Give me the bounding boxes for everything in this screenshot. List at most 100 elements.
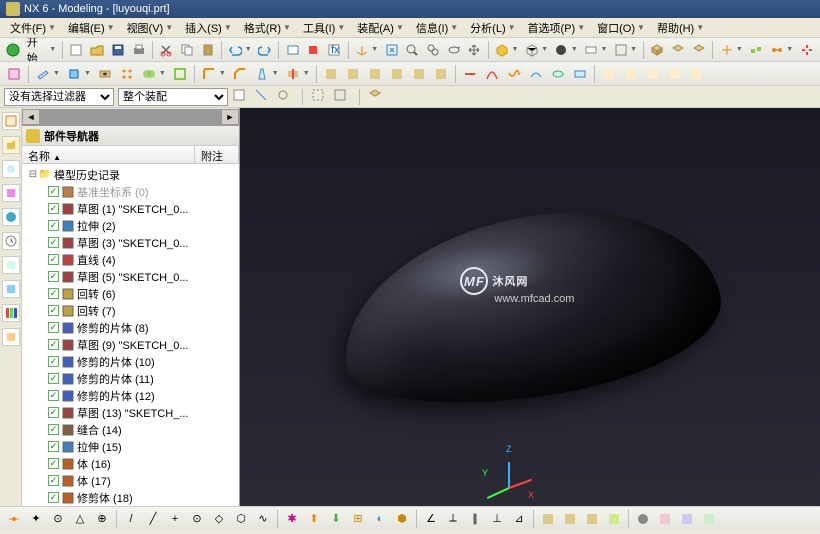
save-icon[interactable] bbox=[109, 40, 128, 60]
snap22-icon[interactable]: ⊥ bbox=[487, 509, 507, 529]
sel2-icon[interactable] bbox=[254, 88, 272, 106]
hole-icon[interactable] bbox=[95, 64, 115, 84]
tab-part-nav-icon[interactable] bbox=[2, 136, 20, 154]
layer-icon[interactable] bbox=[611, 40, 630, 60]
snap20-icon[interactable]: ⟂ bbox=[443, 509, 463, 529]
snap1-icon[interactable] bbox=[4, 509, 24, 529]
start-label[interactable]: 开始 bbox=[25, 38, 49, 62]
menu-S[interactable]: 插入(S)▼ bbox=[179, 18, 238, 38]
feat6-icon[interactable] bbox=[431, 64, 451, 84]
open-icon[interactable] bbox=[88, 40, 107, 60]
sel5-icon[interactable] bbox=[333, 88, 351, 106]
pattern-icon[interactable] bbox=[117, 64, 137, 84]
tree-item-15[interactable]: ✓拉伸 (15) bbox=[24, 438, 237, 455]
snap4-icon[interactable]: △ bbox=[70, 509, 90, 529]
pan-icon[interactable] bbox=[465, 40, 484, 60]
view4-icon[interactable] bbox=[604, 509, 624, 529]
shaded-icon[interactable] bbox=[493, 40, 512, 60]
tab-hd3d-icon[interactable] bbox=[2, 184, 20, 202]
snap2-icon[interactable]: ✦ bbox=[26, 509, 46, 529]
tab-extra-icon[interactable] bbox=[2, 328, 20, 346]
print-icon[interactable] bbox=[129, 40, 148, 60]
tree-item-17[interactable]: ✓体 (17) bbox=[24, 472, 237, 489]
snap16-icon[interactable]: ⊞ bbox=[348, 509, 368, 529]
tree-item-18[interactable]: ✓修剪体 (18) bbox=[24, 489, 237, 506]
view3-icon[interactable] bbox=[582, 509, 602, 529]
feat2-icon[interactable] bbox=[343, 64, 363, 84]
menu-O[interactable]: 窗口(O)▼ bbox=[591, 18, 651, 38]
zoom-icon[interactable] bbox=[403, 40, 422, 60]
synch3-icon[interactable] bbox=[643, 64, 663, 84]
col-name[interactable]: 名称 ▲ bbox=[22, 146, 195, 163]
surface3-icon[interactable] bbox=[570, 64, 590, 84]
fit-icon[interactable] bbox=[382, 40, 401, 60]
tree-item-5[interactable]: ✓草图 (5) "SKETCH_0... bbox=[24, 268, 237, 285]
explode-icon[interactable] bbox=[797, 40, 816, 60]
tab-assembly-nav-icon[interactable] bbox=[2, 112, 20, 130]
synch4-icon[interactable] bbox=[665, 64, 685, 84]
cube2-icon[interactable] bbox=[669, 40, 688, 60]
synch2-icon[interactable] bbox=[621, 64, 641, 84]
constraint-icon[interactable] bbox=[768, 40, 787, 60]
shell-icon[interactable] bbox=[170, 64, 190, 84]
chamfer-icon[interactable] bbox=[230, 64, 250, 84]
see-thru-icon[interactable] bbox=[552, 40, 571, 60]
menu-H[interactable]: 帮助(H)▼ bbox=[651, 18, 710, 38]
snap7-icon[interactable]: ╱ bbox=[143, 509, 163, 529]
tree-item-4[interactable]: ✓直线 (4) bbox=[24, 251, 237, 268]
draft-icon[interactable] bbox=[252, 64, 272, 84]
col-notes[interactable]: 附注 bbox=[195, 146, 239, 163]
tree-item-9[interactable]: ✓草图 (9) "SKETCH_0... bbox=[24, 336, 237, 353]
move-icon[interactable] bbox=[717, 40, 736, 60]
expression-icon[interactable]: fx bbox=[325, 40, 344, 60]
tree-item-8[interactable]: ✓修剪的片体 (8) bbox=[24, 319, 237, 336]
menu-A[interactable]: 装配(A)▼ bbox=[351, 18, 410, 38]
menu-F[interactable]: 文件(F)▼ bbox=[4, 18, 62, 38]
paste-icon[interactable] bbox=[198, 40, 217, 60]
snap9-icon[interactable]: ⊙ bbox=[187, 509, 207, 529]
feat5-icon[interactable] bbox=[409, 64, 429, 84]
view6-icon[interactable] bbox=[655, 509, 675, 529]
curve3-icon[interactable] bbox=[504, 64, 524, 84]
undo-icon[interactable] bbox=[226, 40, 245, 60]
snap17-icon[interactable]: ◐ bbox=[370, 509, 390, 529]
view1-icon[interactable] bbox=[538, 509, 558, 529]
tree-item-11[interactable]: ✓修剪的片体 (11) bbox=[24, 370, 237, 387]
scroll-right-icon[interactable]: ► bbox=[221, 109, 239, 125]
tree-item-1[interactable]: ✓草图 (1) "SKETCH_0... bbox=[24, 200, 237, 217]
tree-item-12[interactable]: ✓修剪的片体 (12) bbox=[24, 387, 237, 404]
menu-P[interactable]: 首选项(P)▼ bbox=[522, 18, 592, 38]
tab-track[interactable] bbox=[40, 109, 221, 125]
sketch-icon[interactable] bbox=[4, 64, 24, 84]
tab-system-icon[interactable] bbox=[2, 256, 20, 274]
cube3-icon[interactable] bbox=[690, 40, 709, 60]
tree-item-10[interactable]: ✓修剪的片体 (10) bbox=[24, 353, 237, 370]
rotate-icon[interactable] bbox=[444, 40, 463, 60]
tab-material-icon[interactable] bbox=[2, 304, 20, 322]
extrude-icon[interactable] bbox=[64, 64, 84, 84]
sel6-icon[interactable] bbox=[368, 88, 386, 106]
tree-root[interactable]: ⊟📁模型历史记录 bbox=[24, 166, 237, 183]
snap13-icon[interactable]: ✱ bbox=[282, 509, 302, 529]
tree-item-3[interactable]: ✓草图 (3) "SKETCH_0... bbox=[24, 234, 237, 251]
unite-icon[interactable] bbox=[139, 64, 159, 84]
view5-icon[interactable] bbox=[633, 509, 653, 529]
snap12-icon[interactable]: ∿ bbox=[253, 509, 273, 529]
feat3-icon[interactable] bbox=[365, 64, 385, 84]
synch1-icon[interactable] bbox=[599, 64, 619, 84]
filter-select-1[interactable]: 没有选择过滤器 bbox=[4, 88, 114, 106]
menu-R[interactable]: 格式(R)▼ bbox=[238, 18, 297, 38]
scroll-left-icon[interactable]: ◄ bbox=[22, 109, 40, 125]
snap18-icon[interactable]: ⬢ bbox=[392, 509, 412, 529]
surface2-icon[interactable] bbox=[548, 64, 568, 84]
wcs-icon[interactable] bbox=[352, 40, 371, 60]
tab-web-icon[interactable] bbox=[2, 208, 20, 226]
snap14-icon[interactable]: ⬆ bbox=[304, 509, 324, 529]
menu-I[interactable]: 信息(I)▼ bbox=[410, 18, 464, 38]
redo-icon[interactable] bbox=[256, 40, 275, 60]
sel1-icon[interactable] bbox=[232, 88, 250, 106]
new-icon[interactable] bbox=[67, 40, 86, 60]
wireframe-icon[interactable] bbox=[522, 40, 541, 60]
tree-item-14[interactable]: ✓缝合 (14) bbox=[24, 421, 237, 438]
view7-icon[interactable] bbox=[677, 509, 697, 529]
